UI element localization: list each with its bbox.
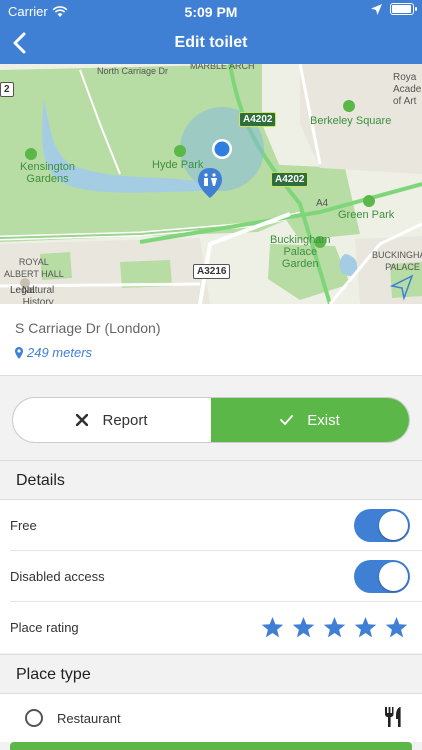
free-toggle-knob [379,511,408,540]
place-type-header: Place type [0,654,422,694]
star-icon-5[interactable] [385,616,408,639]
place-type-header-label: Place type [16,666,91,683]
map-legal-link[interactable]: Legal [10,285,34,296]
map-label-kensington: Kensington Gardens [20,161,76,185]
disabled-access-label: Disabled access [10,569,105,584]
star-rating [261,616,408,639]
star-icon-4[interactable] [354,616,377,639]
location-arrow-icon [371,3,382,15]
place-type-option-restaurant[interactable]: Restaurant [0,694,422,742]
details-list: Free Disabled access Place rating [0,500,422,653]
fork-knife-icon [385,707,401,727]
report-button[interactable]: Report [13,398,211,442]
map-label-berkeley: Berkeley Square [310,115,392,127]
details-header-label: Details [16,472,65,489]
map-label-green-park: Green Park [338,209,395,221]
map-label-hyde-park: Hyde Park [152,159,204,171]
free-label: Free [10,518,37,533]
map-label-north-carriage: North Carriage Dr [97,66,169,76]
map-label-buckingham-garden: Buckingham Palace Garden [270,234,331,270]
distance: 249 meters [15,345,92,360]
map-pin-icon [15,346,23,359]
checkmark-icon [280,415,294,425]
map-label-marble-arch: MARBLE ARCH [190,64,255,71]
star-icon-2[interactable] [292,616,315,639]
map-label-royal-albert: ROYAL ALBERT HALL [4,257,64,279]
star-icon-1[interactable] [261,616,284,639]
rating-row: Place rating [10,602,422,653]
status-time: 5:09 PM [184,4,238,20]
map-shield-a4202-top: A4202 [239,112,277,127]
map-view[interactable]: North Carriage Dr MARBLE ARCH 2 Kensingt… [0,64,422,304]
page-title: Edit toilet [174,34,248,51]
map-shield-a4202-mid: A4202 [271,172,309,187]
report-exist-segmented: Report Exist [12,397,410,443]
status-bar: Carrier 5:09 PM [0,0,422,22]
map-road-a3216: A3216 [193,264,231,279]
disabled-access-row: Disabled access [10,551,422,602]
radio-button[interactable] [25,709,43,727]
street-address: S Carriage Dr (London) [15,320,161,336]
details-header: Details [0,460,422,500]
top-bar: Carrier 5:09 PM Edit toilet [0,0,422,64]
map-road-box-2: 2 [0,82,14,97]
map-label-buckingham-palace: BUCKINGHAM PALACE [372,250,422,272]
map-label-royal-academy: Roya Academ of Art [393,72,422,107]
address-card: S Carriage Dr (London) 249 meters [0,304,422,376]
disabled-access-toggle-knob [379,562,408,591]
exist-button[interactable]: Exist [211,398,409,442]
nav-bar: Edit toilet [0,22,422,64]
exist-label: Exist [307,411,340,429]
star-icon-3[interactable] [323,616,346,639]
distance-label: 249 meters [27,345,93,360]
save-button-partial[interactable] [10,742,412,750]
rating-label: Place rating [10,620,79,635]
close-icon [76,414,89,426]
battery-icon [390,3,417,15]
free-row: Free [10,500,422,551]
report-label: Report [102,411,148,429]
status-right [371,3,417,15]
free-toggle[interactable] [354,509,410,542]
disabled-access-toggle[interactable] [354,560,410,593]
map-label-a4: A4 [316,198,329,209]
restaurant-label: Restaurant [57,711,121,726]
